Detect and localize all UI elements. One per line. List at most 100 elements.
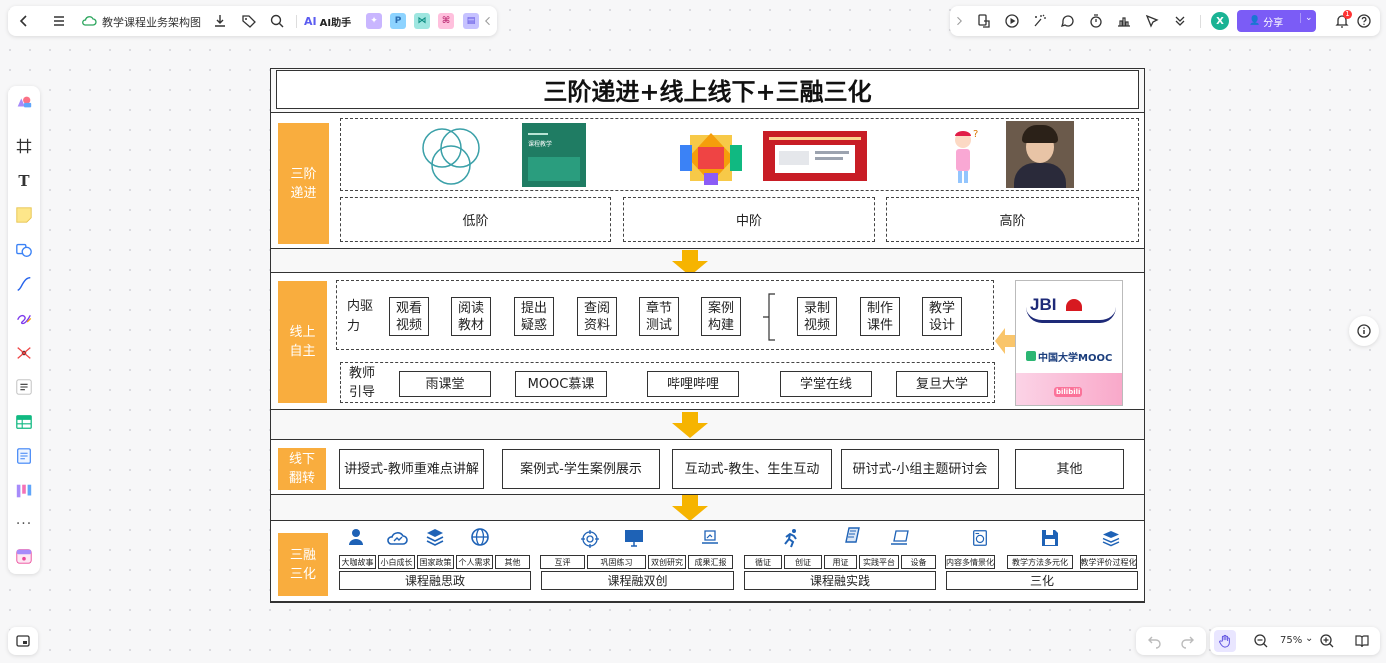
platform-xuetangx[interactable]: 学堂在线 <box>780 371 872 397</box>
practice-item[interactable]: 实践平台 <box>859 555 899 569</box>
kanban-tool-icon[interactable] <box>14 481 34 501</box>
play-icon[interactable] <box>1003 12 1021 30</box>
practice-item[interactable]: 循证 <box>744 555 782 569</box>
innovation-item[interactable]: 双创研究 <box>648 555 686 569</box>
student-question-image[interactable]: ? <box>929 123 993 187</box>
drive-item-watch-video[interactable]: 观看 视频 <box>389 297 429 336</box>
three-modernization-item[interactable]: 内容多情景化 <box>945 555 995 569</box>
user-avatar[interactable]: X <box>1211 12 1229 30</box>
drive-item-case-building[interactable]: 案例 构建 <box>701 297 741 336</box>
practice-item[interactable]: 用证 <box>824 555 857 569</box>
zoom-level[interactable]: 75% <box>1280 635 1302 646</box>
laser-pointer-icon[interactable] <box>1143 12 1161 30</box>
case-slide-image[interactable] <box>763 131 867 181</box>
timer-icon[interactable] <box>1087 12 1105 30</box>
teacher-item-teaching-design[interactable]: 教学 设计 <box>922 297 962 336</box>
textbook-cover-image[interactable]: 课程教学 <box>522 123 586 187</box>
platform-yuketang[interactable]: 雨课堂 <box>399 371 491 397</box>
ideology-item[interactable]: 个人需求 <box>456 555 493 569</box>
text-list-icon[interactable] <box>14 377 34 397</box>
section-integration-label[interactable]: 三融 三化 <box>278 533 328 596</box>
vote-icon[interactable] <box>1115 12 1133 30</box>
search-icon[interactable] <box>268 12 286 30</box>
more-tools-icon[interactable]: ··· <box>14 514 34 534</box>
book-view-icon[interactable] <box>1353 632 1371 650</box>
innovation-item[interactable]: 巩固练习 <box>587 555 646 569</box>
ai-assistant-button[interactable]: AI AI助手 <box>304 13 351 29</box>
text-tool-icon[interactable]: T <box>14 171 34 191</box>
drive-item-chapter-test[interactable]: 章节 测试 <box>639 297 679 336</box>
pen-tool-icon[interactable] <box>14 308 34 328</box>
download-icon[interactable] <box>211 12 229 30</box>
expand-chevron-icon[interactable] <box>953 12 965 30</box>
platform-bilibili[interactable]: 哔哩哔哩 <box>647 371 739 397</box>
ai-image-app-icon[interactable]: ✦ <box>366 13 382 29</box>
platform-logos-image[interactable]: JBI 中国大学MOOC bilibili <box>1015 280 1123 406</box>
mode-case[interactable]: 案例式-学生案例展示 <box>502 449 660 489</box>
mode-seminar[interactable]: 研讨式-小组主题研讨会 <box>841 449 999 489</box>
shape-tool-icon[interactable] <box>14 240 34 260</box>
ideology-item[interactable]: 其他 <box>495 555 530 569</box>
diagram-title-box[interactable]: 三阶递进+线上线下+三融三化 <box>276 70 1139 109</box>
mode-other[interactable]: 其他 <box>1015 449 1124 489</box>
group-ideology-title[interactable]: 课程融思政 <box>339 571 531 590</box>
drive-item-raise-questions[interactable]: 提出 疑惑 <box>514 297 554 336</box>
teacher-portrait-image[interactable] <box>1006 121 1074 188</box>
section-offline-label[interactable]: 线下 翻转 <box>278 448 326 490</box>
mindmap-tool-icon[interactable] <box>14 343 34 363</box>
practice-item[interactable]: 创证 <box>784 555 822 569</box>
frame-tool-icon[interactable] <box>14 136 34 156</box>
mindmap-app-icon[interactable]: ⋈ <box>414 13 430 29</box>
ideology-item[interactable]: 小白成长 <box>378 555 415 569</box>
document-tool-icon[interactable] <box>14 446 34 466</box>
calendar-app-icon[interactable] <box>14 546 34 566</box>
innovation-item[interactable]: 成果汇报 <box>688 555 733 569</box>
group-innovation-title[interactable]: 课程融双创 <box>541 571 734 590</box>
comment-icon[interactable] <box>1059 12 1077 30</box>
redo-icon[interactable] <box>1178 632 1196 650</box>
group-practice-title[interactable]: 课程融实践 <box>744 571 936 590</box>
back-arrow-icon[interactable] <box>15 12 33 30</box>
chat-app-icon[interactable]: ▤ <box>463 13 479 29</box>
drive-item-consult-materials[interactable]: 查阅 资料 <box>577 297 617 336</box>
section-progression-label[interactable]: 三阶 递进 <box>278 123 329 244</box>
innovation-item[interactable]: 互评 <box>540 555 585 569</box>
flowchart-app-icon[interactable]: ⌘ <box>438 13 454 29</box>
zoom-dropdown-icon[interactable]: ⌄ <box>1305 633 1313 644</box>
connector-tool-icon[interactable] <box>14 274 34 294</box>
more-chevron-icon[interactable] <box>1171 12 1189 30</box>
platform-mooc[interactable]: MOOC慕课 <box>515 371 607 397</box>
venn-diagram-image[interactable] <box>398 123 511 187</box>
three-modernization-item[interactable]: 教学评价过程化 <box>1080 555 1137 569</box>
share-dropdown-icon[interactable]: ⌄ <box>1300 13 1313 23</box>
group-three-modernization-title[interactable]: 三化 <box>946 571 1138 590</box>
minimap-button[interactable] <box>8 627 38 655</box>
share-button[interactable]: 👤 分享 ⌄ <box>1237 10 1316 32</box>
drive-item-read-textbook[interactable]: 阅读 教材 <box>451 297 491 336</box>
table-tool-icon[interactable] <box>14 412 34 432</box>
teacher-item-record-video[interactable]: 录制 视频 <box>797 297 837 336</box>
ideology-item[interactable]: 国家政策 <box>417 555 454 569</box>
section-online-label[interactable]: 线上 自主 <box>278 281 327 403</box>
three-modernization-item[interactable]: 教学方法多元化 <box>1007 555 1073 569</box>
teacher-item-make-slides[interactable]: 制作 课件 <box>860 297 900 336</box>
zoom-in-icon[interactable] <box>1318 632 1336 650</box>
tag-icon[interactable] <box>240 12 258 30</box>
sticky-note-icon[interactable] <box>14 205 34 225</box>
hand-tool-button[interactable] <box>1214 630 1236 652</box>
ideology-item[interactable]: 大咖故事 <box>339 555 376 569</box>
platform-fudan[interactable]: 复旦大学 <box>896 371 988 397</box>
mode-lecture[interactable]: 讲授式-教师重难点讲解 <box>339 449 484 489</box>
practice-item[interactable]: 设备 <box>901 555 936 569</box>
effects-icon[interactable] <box>1031 12 1049 30</box>
teaching-model-image[interactable] <box>676 127 746 189</box>
collapse-chevron-icon[interactable] <box>482 12 494 30</box>
presentation-app-icon[interactable]: P <box>390 13 406 29</box>
zoom-out-icon[interactable] <box>1252 632 1270 650</box>
info-panel-button[interactable] <box>1349 316 1379 346</box>
templates-icon[interactable] <box>14 92 34 112</box>
menu-icon[interactable] <box>50 12 68 30</box>
help-icon[interactable] <box>1355 12 1373 30</box>
undo-icon[interactable] <box>1146 632 1164 650</box>
document-title[interactable]: 教学课程业务架构图 <box>102 14 201 30</box>
